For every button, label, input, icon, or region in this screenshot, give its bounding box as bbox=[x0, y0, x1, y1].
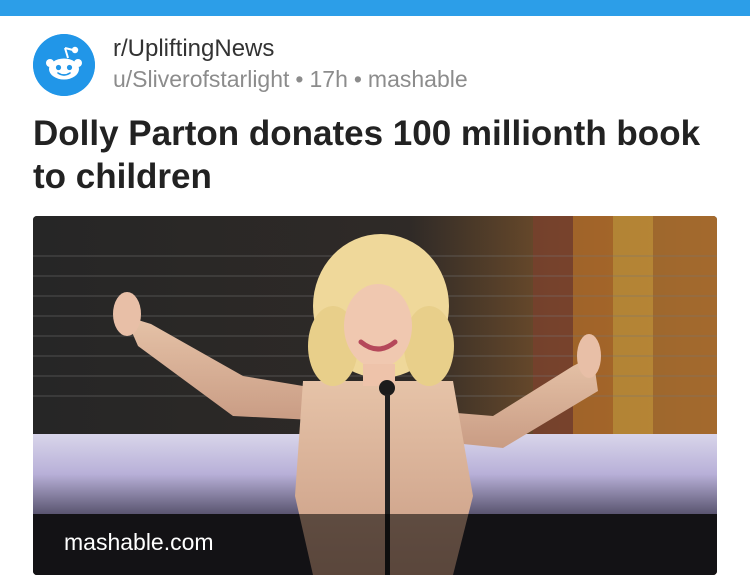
thumbnail-caption-bar: mashable.com bbox=[33, 514, 717, 575]
post-age: 17h bbox=[309, 66, 348, 92]
post-header: r/UpliftingNews u/Sliverofstarlight • 17h •… bbox=[33, 30, 723, 100]
post-thumbnail[interactable]: mashable.com bbox=[33, 216, 717, 575]
subreddit-name[interactable]: r/UpliftingNews bbox=[113, 35, 274, 63]
meta-separator: • bbox=[353, 66, 362, 92]
author-link[interactable]: u/Sliverofstarlight bbox=[113, 66, 289, 92]
post-title[interactable]: Dolly Parton donates 100 millionth book … bbox=[33, 112, 713, 198]
thumbnail-domain[interactable]: mashable.com bbox=[64, 529, 214, 556]
post-meta: u/Sliverofstarlight • 17h • mashable bbox=[113, 66, 468, 93]
reddit-snoo-icon bbox=[33, 34, 95, 96]
source-domain[interactable]: mashable bbox=[368, 66, 468, 92]
subreddit-avatar[interactable] bbox=[33, 34, 95, 96]
meta-separator: • bbox=[295, 66, 304, 92]
top-bar bbox=[0, 0, 750, 16]
